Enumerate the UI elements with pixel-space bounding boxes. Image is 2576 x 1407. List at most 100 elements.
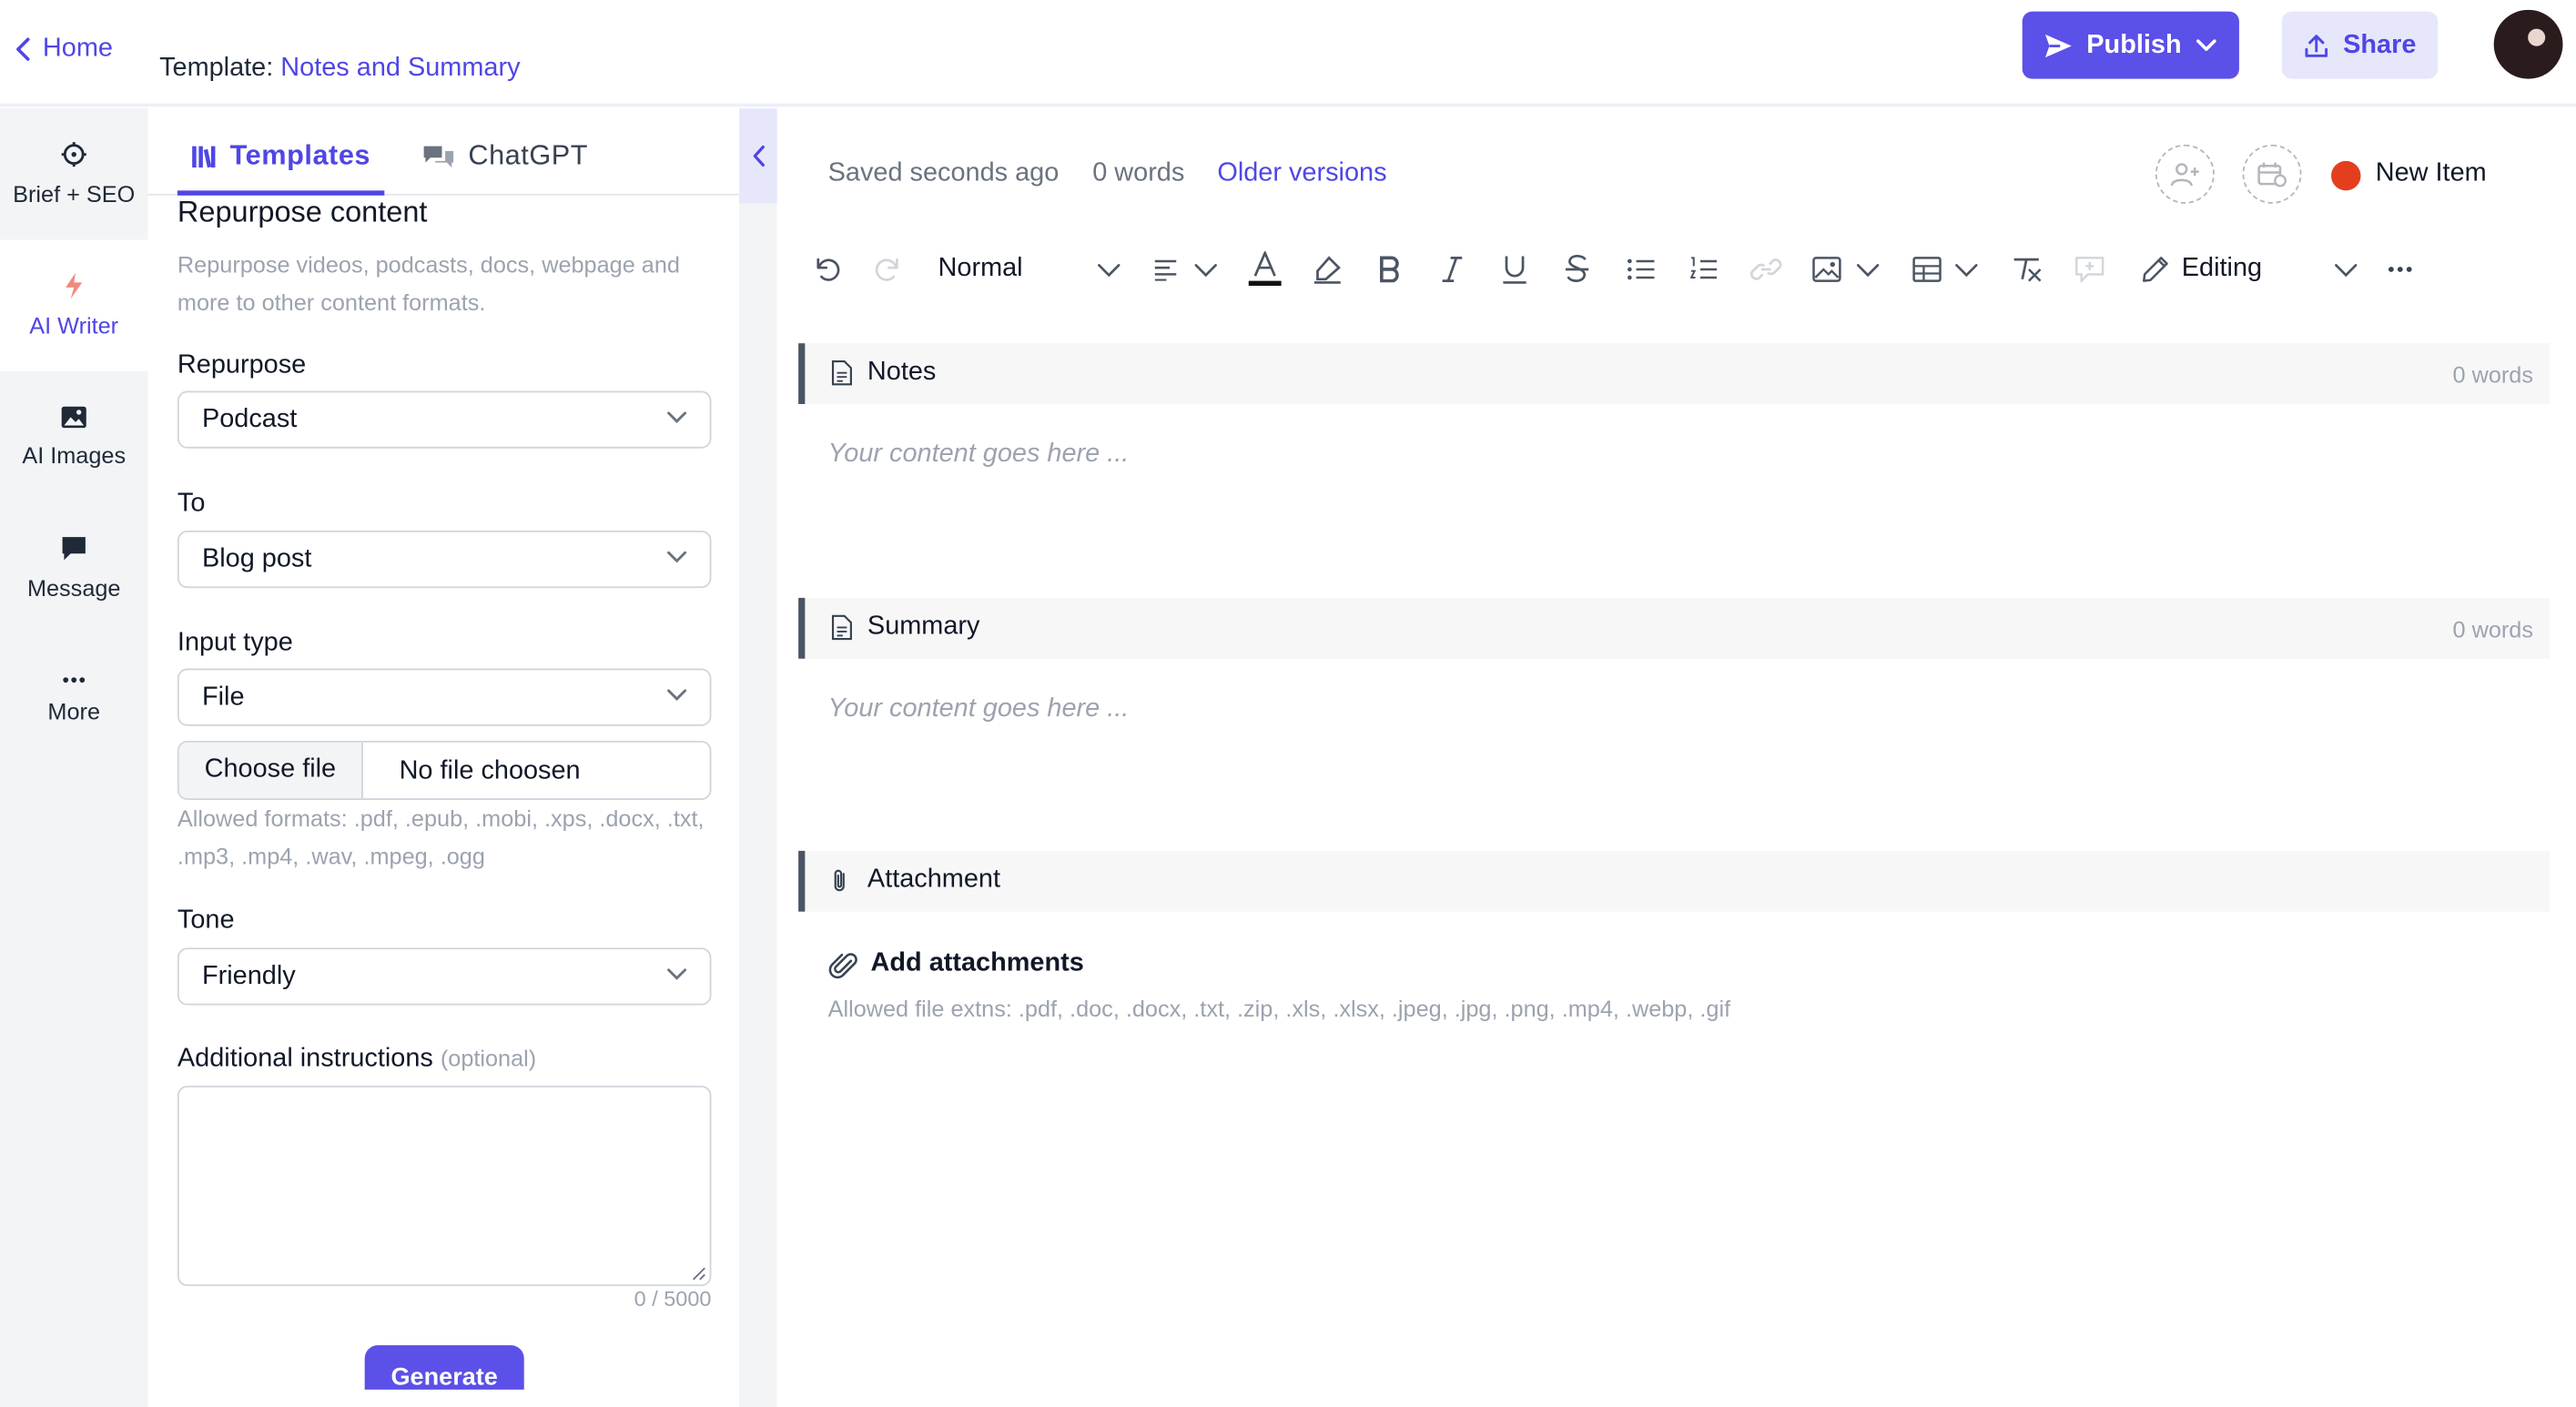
rail-item-brief-seo[interactable]: Brief + SEO [0,108,147,239]
add-user-icon [2170,161,2199,187]
send-icon [2044,32,2073,58]
template-prefix: Template: [159,54,274,83]
home-link[interactable]: Home [13,31,113,67]
rail-item-ai-images[interactable]: AI Images [0,371,147,502]
chevron-left-icon [13,36,33,63]
chevron-down-icon [667,410,687,423]
document-icon [831,614,852,641]
to-label: To [177,489,206,518]
calendar-icon [2257,161,2287,187]
chevron-down-icon[interactable] [2329,253,2362,286]
publish-label: Publish [2086,30,2182,59]
comment-icon[interactable] [2074,253,2106,286]
add-attachments-button[interactable]: Add attachments [871,949,1084,978]
chevron-down-icon[interactable] [1851,253,1884,286]
choose-file-button[interactable]: Choose file [178,742,363,799]
clear-format-icon[interactable] [2011,253,2044,286]
section-title: Attachment [867,865,1001,894]
paperclip-icon[interactable] [827,949,859,982]
word-count: 0 words [1092,159,1185,187]
rail-label: AI Images [22,441,127,469]
chevron-down-icon [667,967,687,980]
file-input: Choose file No file choosen [177,740,712,800]
attachments-hint: Allowed file extns: .pdf, .doc, .docx, .… [827,995,1731,1022]
notes-section-header: Notes 0 words [798,343,2551,404]
attachment-section-header: Attachment [798,850,2551,912]
table-icon[interactable] [1911,253,1943,286]
to-select[interactable]: Blog post [177,530,712,589]
panel-divider [739,203,777,1407]
input-type-select[interactable]: File [177,668,712,726]
summary-section-header: Summary 0 words [798,597,2551,659]
template-breadcrumb: Template: Notes and Summary [159,55,520,84]
top-header: Home Template: Notes and Summary Publish… [0,0,2576,107]
repurpose-select[interactable]: Podcast [177,390,712,449]
align-icon[interactable] [1150,253,1182,286]
status-label[interactable]: New Item [2376,159,2487,188]
chevron-down-icon[interactable] [1950,253,1983,286]
chat-icon [422,143,455,169]
chevron-down-icon[interactable] [1190,253,1222,286]
paperclip-icon [831,867,847,894]
rail-label: AI Writer [29,311,119,339]
instructions-char-count: 0 / 5000 [634,1286,712,1311]
tone-value: Friendly [201,961,296,990]
bullet-list-icon[interactable] [1625,253,1658,286]
tone-label: Tone [177,906,235,935]
template-name-link[interactable]: Notes and Summary [280,55,520,83]
bold-icon[interactable] [1374,253,1406,286]
template-panel: Templates ChatGPT Repurpose content Repu… [147,108,740,1407]
link-icon[interactable] [1749,253,1782,286]
tab-templates[interactable]: Templates [190,139,370,172]
app-root: Home Template: Notes and Summary Publish… [0,0,2576,1407]
rail-item-ai-writer[interactable]: AI Writer [0,239,148,371]
tab-label: Templates [229,139,371,171]
chevron-down-icon [667,688,687,701]
tone-select[interactable]: Friendly [177,947,712,1006]
instructions-label-text: Additional instructions [177,1044,433,1073]
strikethrough-icon[interactable] [1561,253,1594,286]
more-options-icon[interactable] [2384,253,2417,286]
chevron-down-icon[interactable] [1092,253,1125,286]
assign-user-button[interactable] [2155,144,2215,204]
chevron-down-icon [667,551,687,563]
numbered-list-icon[interactable] [1688,253,1720,286]
publish-button[interactable]: Publish [2022,11,2239,79]
repurpose-label: Repurpose [177,351,307,380]
document-icon [831,359,852,386]
chevron-left-icon [752,145,765,167]
status-dot [2331,160,2361,191]
input-type-value: File [201,682,245,711]
rail-item-more[interactable]: More [0,634,147,765]
schedule-button[interactable] [2242,144,2302,204]
rail-item-message[interactable]: Message [0,502,147,633]
to-value: Blog post [201,544,312,572]
text-color-icon[interactable] [1248,251,1282,287]
underline-icon[interactable] [1498,253,1531,286]
resize-grip-icon[interactable] [692,1267,706,1281]
section-title: Summary [867,612,980,641]
tab-chatgpt[interactable]: ChatGPT [422,139,588,172]
share-button[interactable]: Share [2281,11,2439,79]
summary-content-editor[interactable]: Your content goes here ... [828,694,1130,724]
redo-icon[interactable] [872,253,905,286]
tab-label: ChatGPT [468,139,589,171]
chat-bubble-icon [61,535,87,562]
ellipsis-icon [61,675,87,685]
user-avatar[interactable] [2493,9,2563,79]
instructions-textarea[interactable] [177,1085,712,1287]
collapse-panel-button[interactable] [739,108,777,204]
text-style-select[interactable]: Normal [938,255,1023,284]
image-insert-icon[interactable] [1810,253,1843,286]
italic-icon[interactable] [1435,253,1468,286]
highlighter-icon[interactable] [1311,253,1344,286]
notes-content-editor[interactable]: Your content goes here ... [828,440,1130,470]
panel-bottom-clip [147,1389,740,1407]
instructions-label: Additional instructions (optional) [177,1045,536,1074]
input-type-label: Input type [177,629,293,657]
undo-icon[interactable] [810,253,843,286]
older-versions-link[interactable]: Older versions [1217,159,1386,188]
panel-description: Repurpose videos, podcasts, docs, webpag… [177,251,680,316]
editing-mode-select[interactable]: Editing [2182,255,2262,284]
upload-icon [2304,32,2330,58]
